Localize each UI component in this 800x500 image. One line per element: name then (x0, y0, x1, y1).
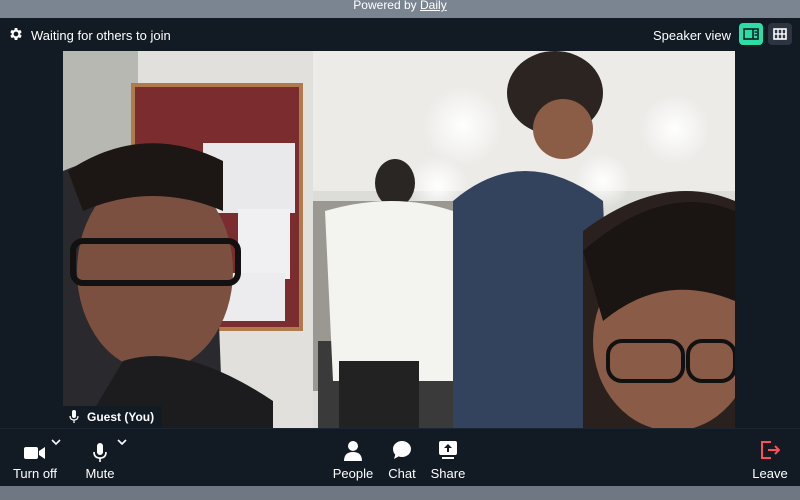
camera-feed-image (63, 51, 735, 428)
leave-button[interactable]: Leave (740, 429, 800, 487)
call-header: Waiting for others to join Speaker view (0, 18, 800, 51)
mute-label: Mute (85, 466, 115, 481)
powered-by-text: Powered by (353, 0, 417, 12)
call-toolbar: Turn off Mute People Chat Share Leave (0, 428, 800, 487)
waiting-status: Waiting for others to join (31, 28, 171, 43)
share-screen-icon (439, 441, 457, 459)
share-label: Share (430, 466, 466, 481)
chevron-down-icon[interactable] (117, 438, 127, 446)
video-camera-icon (24, 447, 45, 459)
bottom-bar (0, 486, 800, 500)
speaker-view-button[interactable] (739, 23, 763, 45)
video-stage: Guest (You) (0, 51, 800, 428)
powered-by-banner: Powered by Daily (0, 0, 800, 18)
microphone-icon (69, 410, 79, 423)
speaker-view-icon (743, 28, 759, 40)
participant-name: Guest (You) (87, 410, 155, 424)
person-icon (344, 441, 362, 461)
leave-icon (761, 441, 780, 459)
camera-toggle-label: Turn off (12, 466, 58, 481)
chevron-down-icon[interactable] (51, 438, 61, 446)
share-button[interactable]: Share (418, 429, 478, 487)
grid-view-icon (773, 28, 787, 40)
participant-video (63, 51, 735, 428)
daily-link[interactable]: Daily (420, 0, 447, 12)
leave-label: Leave (752, 466, 788, 481)
microphone-icon (93, 443, 107, 462)
view-mode-label: Speaker view (652, 28, 731, 43)
chat-bubble-icon (393, 441, 411, 459)
grid-view-button[interactable] (768, 23, 792, 45)
gear-icon[interactable] (8, 26, 24, 42)
participant-name-tag: Guest (You) (63, 406, 163, 428)
